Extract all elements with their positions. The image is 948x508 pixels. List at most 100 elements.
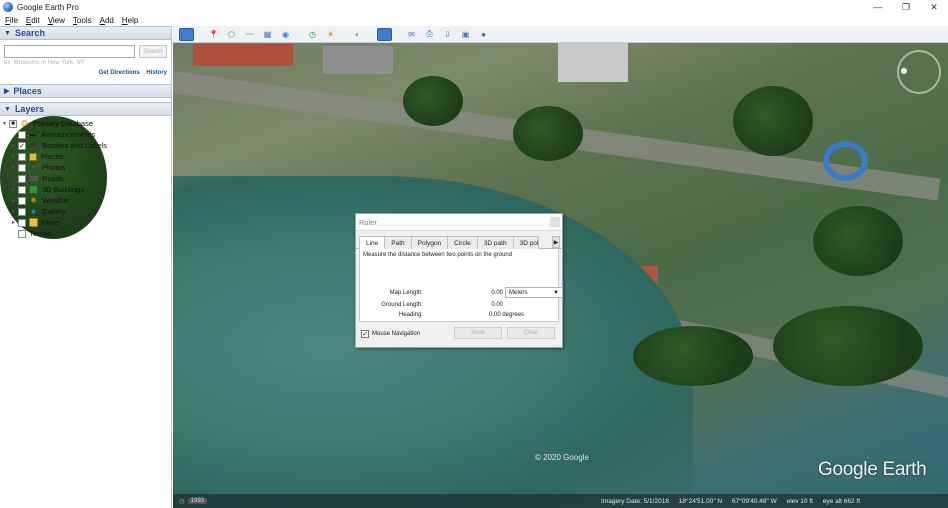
path-icon[interactable]: 〰 [242,28,257,41]
layer-places[interactable]: ▸ Places [0,151,107,162]
menu-edit[interactable]: Edit [26,16,40,25]
expand-arrow-icon[interactable]: ▸ [9,208,18,215]
history-link[interactable]: History [146,70,167,76]
layer-weather[interactable]: ▸ ✹ Weather [0,195,107,206]
save-image-icon[interactable]: ⇩ [440,28,455,41]
close-button[interactable]: ✕ [920,0,948,14]
search-header-label: Search [14,28,45,38]
layer-checkbox[interactable] [18,207,26,216]
mouse-navigation-label: Mouse Navigation [372,331,421,337]
layer-photos[interactable]: ▸ ≡ Photos [0,162,107,173]
expand-arrow-icon[interactable]: ▸ [9,186,18,193]
layer-checkbox[interactable] [18,130,26,139]
map-tree [513,106,583,161]
sidebar: ▼ Search Search ex: Museums in New York,… [0,26,172,508]
layer-more[interactable]: ▸ More [0,217,107,228]
tab-circle[interactable]: Circle [447,236,478,249]
menu-add[interactable]: Add [100,16,114,25]
layer-primary-database[interactable]: ▾ ■ ❂ Primary Database [0,118,107,129]
ground-length-label: Ground Length: [381,301,423,308]
heading-label: Heading: [398,311,423,318]
minimize-button[interactable]: — [864,0,892,14]
layer-checkbox[interactable]: ■ [9,119,17,128]
placemark-icon[interactable]: 📍 [206,28,221,41]
tab-3d-polygon[interactable]: 3D poly [512,236,539,249]
polygon-icon[interactable]: ⬠ [224,28,239,41]
save-button[interactable]: Save [454,327,502,339]
gallery-icon: ★ [29,207,38,216]
layer-checkbox[interactable] [18,196,26,205]
maximize-button[interactable]: ❐ [892,0,920,14]
layer-3d-buildings[interactable]: ▸ 3D Buildings [0,184,107,195]
window-title: Google Earth Pro [17,2,79,12]
collapse-arrow-icon[interactable]: ▾ [0,120,9,127]
unit-select[interactable]: Meters ▼ [505,287,563,298]
tab-polygon[interactable]: Polygon [410,236,449,249]
print-icon[interactable]: ⎙ [422,28,437,41]
ruler-close-button[interactable] [550,217,560,227]
expand-arrow-icon[interactable]: ▸ [9,142,18,149]
clock-icon: ◷ [179,498,185,505]
ruler-title-bar[interactable]: Ruler [356,214,562,231]
layer-borders-labels[interactable]: ▸ ✓ ⚑ Borders and Labels [0,140,107,151]
movie-maker-icon[interactable]: ▣ [458,28,473,41]
layer-label: More [42,218,60,227]
menu-view[interactable]: View [48,16,65,25]
places-panel-header[interactable]: ▶ Places [0,84,171,98]
layer-checkbox[interactable] [18,218,26,227]
layer-announcements[interactable]: ▬ Announcements [0,129,107,140]
tab-3d-path[interactable]: 3D path [476,236,514,249]
menu-tools[interactable]: Tools [73,16,92,25]
search-panel-header[interactable]: ▼ Search [0,26,171,40]
historical-imagery-icon[interactable]: ◷ [305,28,320,41]
record-tour-icon[interactable]: ◉ [278,28,293,41]
layer-terrain[interactable]: Terrain [0,228,107,239]
sunlight-icon[interactable]: ☀ [323,28,338,41]
tab-scroll-right-icon[interactable]: ▶ [552,236,560,248]
layer-checkbox[interactable] [18,174,26,183]
tab-line[interactable]: Line [359,236,386,250]
collapse-triangle-icon: ▼ [4,105,11,113]
ground-length-value: 0.00 [491,301,503,308]
title-bar: Google Earth Pro — ❐ ✕ [0,0,948,14]
google-maps-icon[interactable]: ● [476,28,491,41]
expand-arrow-icon[interactable]: ▸ [9,164,18,171]
historical-imagery-indicator[interactable]: ◷ 1993 [179,497,208,505]
search-input[interactable] [4,45,136,58]
layer-checkbox[interactable] [18,229,26,238]
image-overlay-icon[interactable]: ▦ [260,28,275,41]
search-button[interactable]: Search [139,45,167,58]
expand-arrow-icon[interactable]: ▸ [9,197,18,204]
map-tree [733,86,813,156]
elevation-readout: elev 10 ft [786,497,813,505]
menu-file[interactable]: File [5,16,18,25]
layer-checkbox[interactable]: ✓ [18,141,26,150]
navigation-compass[interactable] [897,50,941,94]
ruler-body: Measure the distance between two points … [359,249,563,322]
places-icon [29,152,37,161]
menu-help[interactable]: Help [122,16,138,25]
layer-roads[interactable]: Roads [0,173,107,184]
clear-button[interactable]: Clear [507,327,555,339]
mouse-navigation-checkbox[interactable]: ✓ [361,330,369,338]
layer-checkbox[interactable] [18,163,26,172]
layer-checkbox[interactable] [18,185,26,194]
expand-arrow-icon[interactable]: ▸ [9,153,18,160]
get-directions-link[interactable]: Get Directions [99,70,140,76]
email-icon[interactable]: ✉ [404,28,419,41]
layer-gallery[interactable]: ▸ ★ Gallery [0,206,107,217]
expand-arrow-icon[interactable]: ▸ [9,219,18,226]
layer-label: Announcements [41,130,96,139]
layer-label: Terrain [29,229,52,238]
photo-icon: ≡ [31,164,36,171]
map-building [323,46,393,74]
tab-path[interactable]: Path [384,236,412,249]
weather-icon: ✹ [30,196,37,205]
imagery-date: Imagery Date: 5/1/2018 [601,497,669,505]
layers-panel-header[interactable]: ▼ Layers [0,102,171,116]
ruler-tabs: Line Path Polygon Circle 3D path 3D poly… [356,236,562,250]
sidebar-toggle-icon[interactable] [179,27,194,41]
planets-icon[interactable]: ◐ [350,28,365,41]
ruler-icon[interactable] [377,27,392,41]
layer-checkbox[interactable] [18,152,26,161]
